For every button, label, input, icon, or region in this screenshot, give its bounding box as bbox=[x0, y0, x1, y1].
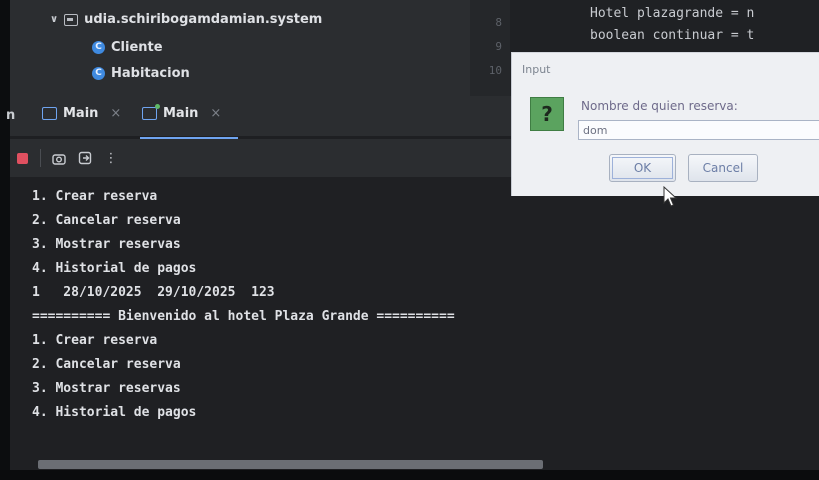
ok-button[interactable]: OK bbox=[609, 154, 676, 182]
more-options-icon[interactable]: ⋮ bbox=[103, 150, 119, 166]
stop-icon bbox=[16, 152, 28, 164]
line-number: 9 bbox=[495, 40, 502, 53]
question-icon: ? bbox=[530, 97, 564, 131]
horizontal-scrollbar[interactable] bbox=[38, 460, 543, 469]
close-icon[interactable]: × bbox=[110, 106, 121, 121]
code-line: boolean continuar = t bbox=[590, 28, 755, 43]
close-icon[interactable]: × bbox=[210, 106, 221, 121]
tree-row-class-cliente[interactable]: C Cliente bbox=[92, 40, 163, 55]
name-input[interactable] bbox=[578, 120, 819, 140]
code-line: Hotel plazagrande = n bbox=[590, 6, 755, 21]
tree-row-class-habitacion[interactable]: C Habitacion bbox=[92, 66, 190, 81]
console-output[interactable]: 1. Crear reserva 2. Cancelar reserva 3. … bbox=[10, 177, 819, 470]
tab-label: Main bbox=[63, 106, 99, 121]
console-line: 4. Historial de pagos bbox=[32, 405, 197, 420]
tab-main-2[interactable]: Main × bbox=[142, 104, 221, 121]
console-line: 3. Mostrar reservas bbox=[32, 237, 181, 252]
package-label: udia.schiribogamdamian.system bbox=[84, 12, 323, 27]
console-line: 1. Crear reserva bbox=[32, 333, 158, 348]
console-line: 2. Cancelar reserva bbox=[32, 357, 181, 372]
line-number: 8 bbox=[495, 16, 502, 29]
mouse-cursor-icon bbox=[663, 186, 678, 207]
tree-row-package[interactable]: ∨ udia.schiribogamdamian.system bbox=[50, 12, 322, 27]
exit-icon bbox=[78, 151, 92, 165]
tab-main-1[interactable]: Main × bbox=[42, 106, 121, 121]
console-line: 4. Historial de pagos bbox=[32, 261, 197, 276]
class-icon: C bbox=[92, 67, 105, 80]
console-running-icon bbox=[142, 104, 160, 120]
tab-label: Main bbox=[163, 106, 199, 121]
camera-icon bbox=[52, 153, 66, 165]
dialog-title: Input bbox=[522, 63, 551, 76]
camera-button[interactable] bbox=[51, 150, 67, 166]
dialog-prompt: Nombre de quien reserva: bbox=[581, 99, 738, 113]
project-panel: ∨ udia.schiribogamdamian.system C Client… bbox=[10, 0, 470, 96]
class-icon: C bbox=[92, 41, 105, 54]
monitor-bezel bbox=[0, 470, 819, 480]
monitor-edge bbox=[0, 0, 10, 480]
console-line: 1 28/10/2025 29/10/2025 123 bbox=[32, 285, 275, 300]
stop-button[interactable] bbox=[14, 150, 30, 166]
line-number: 10 bbox=[488, 64, 502, 77]
console-line: 1. Crear reserva bbox=[32, 189, 158, 204]
cancel-button[interactable]: Cancel bbox=[688, 154, 758, 182]
input-dialog: Input ? Nombre de quien reserva: OK Canc… bbox=[511, 52, 819, 196]
class-label: Habitacion bbox=[111, 66, 190, 81]
run-label-fragment: n bbox=[6, 108, 16, 123]
toolbar-divider bbox=[40, 149, 41, 167]
exit-button[interactable] bbox=[77, 150, 93, 166]
class-label: Cliente bbox=[111, 40, 163, 55]
console-line: ========== Bienvenido al hotel Plaza Gra… bbox=[32, 309, 455, 324]
console-line: 2. Cancelar reserva bbox=[32, 213, 181, 228]
editor-gutter: 8 9 10 bbox=[470, 0, 510, 96]
console-icon bbox=[42, 107, 57, 120]
chevron-down-icon[interactable]: ∨ bbox=[50, 14, 58, 25]
package-icon bbox=[64, 13, 79, 26]
console-line: 3. Mostrar reservas bbox=[32, 381, 181, 396]
